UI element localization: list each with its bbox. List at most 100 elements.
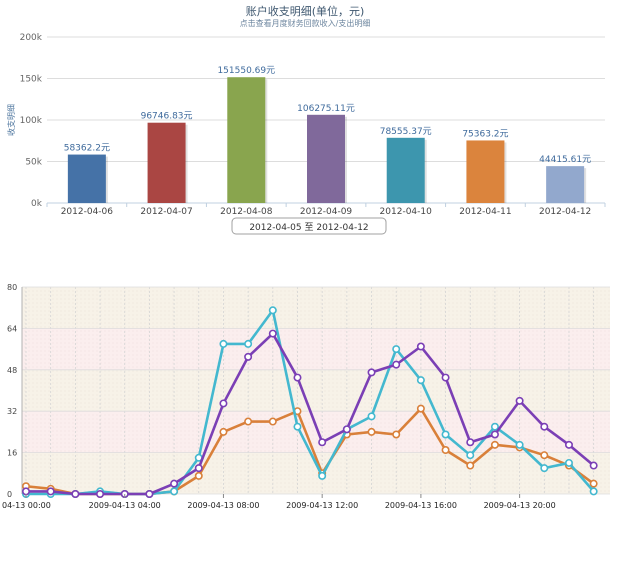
series-point bbox=[490, 430, 499, 439]
series-point bbox=[540, 451, 549, 460]
series-point bbox=[268, 417, 277, 426]
y-tick-label: 64 bbox=[7, 324, 17, 333]
x-tick-label: 2009-04-13 08:00 bbox=[187, 501, 259, 510]
series-point bbox=[170, 479, 179, 488]
bar bbox=[147, 122, 186, 203]
series-point bbox=[564, 458, 573, 467]
series-point bbox=[515, 440, 524, 449]
series-point bbox=[564, 440, 573, 449]
x-tick-label: 04-13 00:00 bbox=[2, 501, 51, 510]
series-point bbox=[540, 464, 549, 473]
series-point bbox=[170, 487, 179, 496]
series-point bbox=[244, 352, 253, 361]
series-point bbox=[71, 490, 80, 499]
bar bbox=[386, 137, 425, 203]
series-point bbox=[244, 339, 253, 348]
series-point bbox=[96, 490, 105, 499]
series-point bbox=[367, 368, 376, 377]
series-point bbox=[367, 427, 376, 436]
series-point bbox=[392, 430, 401, 439]
series-point bbox=[515, 396, 524, 405]
data-label: 75363.2元 bbox=[462, 129, 508, 139]
series-point bbox=[416, 404, 425, 413]
y-tick-label: 150k bbox=[20, 75, 43, 85]
bar bbox=[227, 77, 266, 203]
series-point bbox=[589, 487, 598, 496]
series-point bbox=[441, 446, 450, 455]
y-axis-label: 收支明细 bbox=[6, 104, 16, 136]
series-point bbox=[466, 461, 475, 470]
y-tick-label: 16 bbox=[7, 449, 17, 458]
y-tick-label: 80 bbox=[7, 283, 17, 292]
x-tick-label: 2012-04-10 bbox=[380, 207, 433, 217]
x-axis-ticks: 2012-04-06 2012-04-07 2012-04-08 2012-04-09… bbox=[46, 203, 606, 217]
series-point bbox=[318, 471, 327, 480]
y-tick-label: 200k bbox=[20, 33, 43, 43]
bar bbox=[546, 166, 585, 203]
data-label: 44415.61元 bbox=[539, 155, 591, 165]
series-point bbox=[145, 490, 154, 499]
y-axis-ticks: 0 16 32 48 64 80 bbox=[7, 283, 17, 499]
x-axis-ticks: 04-13 00:00 2009-04-13 04:00 2009-04-13 08… bbox=[2, 494, 556, 510]
x-tick-label: 2012-04-06 bbox=[61, 207, 114, 217]
series-point bbox=[490, 422, 499, 431]
series-point bbox=[219, 399, 228, 408]
series-point bbox=[342, 425, 351, 434]
series-point bbox=[441, 373, 450, 382]
line-chart: 0 16 32 48 64 80 04-13 00:00 2009-04-13 04:00 2… bbox=[2, 283, 610, 510]
series-point bbox=[441, 430, 450, 439]
y-tick-label: 0 bbox=[7, 490, 12, 499]
x-tick-label: 2012-04-11 bbox=[459, 207, 511, 217]
data-label: 151550.69元 bbox=[217, 66, 275, 76]
band bbox=[22, 287, 610, 329]
bar bbox=[466, 140, 505, 203]
data-label: 78555.37元 bbox=[380, 127, 432, 137]
series-point bbox=[416, 376, 425, 385]
bar bbox=[307, 114, 345, 203]
x-tick-label: 2009-04-13 16:00 bbox=[385, 501, 457, 510]
series-point bbox=[293, 422, 302, 431]
data-label: 106275.11元 bbox=[297, 104, 355, 114]
x-tick-label: 2009-04-13 20:00 bbox=[484, 501, 556, 510]
bars bbox=[67, 77, 587, 203]
bar-chart: 账户收支明细(单位，元) 点击查看月度财务回款收入/支出明细 收支明细 0k 50… bbox=[6, 4, 606, 235]
series-point bbox=[293, 373, 302, 382]
series-point bbox=[21, 487, 30, 496]
y-tick-label: 32 bbox=[7, 407, 17, 416]
y-tick-label: 50k bbox=[25, 158, 42, 168]
series-point bbox=[194, 471, 203, 480]
x-tick-label: 2009-04-13 12:00 bbox=[286, 501, 358, 510]
bar bbox=[67, 154, 106, 203]
y-tick-label: 0k bbox=[31, 199, 43, 209]
x-tick-label: 2012-04-12 bbox=[539, 207, 591, 217]
x-tick-label: 2012-04-09 bbox=[300, 207, 353, 217]
series-point bbox=[466, 438, 475, 447]
y-tick-label: 48 bbox=[7, 366, 17, 375]
series-point bbox=[589, 479, 598, 488]
series-point bbox=[466, 451, 475, 460]
series-point bbox=[46, 487, 55, 496]
series-point bbox=[268, 329, 277, 338]
series-point bbox=[367, 412, 376, 421]
series-point bbox=[416, 342, 425, 351]
series-point bbox=[268, 306, 277, 315]
series-point bbox=[219, 339, 228, 348]
x-tick-label: 2009-04-13 04:00 bbox=[89, 501, 161, 510]
y-axis-ticks: 0k 50k 100k 150k 200k bbox=[20, 33, 43, 209]
series-point bbox=[244, 417, 253, 426]
series-point bbox=[392, 360, 401, 369]
date-range-button[interactable]: 2012-04-05 至 2012-04-12 bbox=[231, 217, 387, 235]
y-tick-label: 100k bbox=[20, 116, 43, 126]
x-tick-label: 2012-04-08 bbox=[220, 207, 273, 217]
data-label: 58362.2元 bbox=[64, 144, 110, 154]
series-point bbox=[540, 422, 549, 431]
series-point bbox=[318, 438, 327, 447]
series-point bbox=[589, 461, 598, 470]
chart-subtitle: 点击查看月度财务回款收入/支出明细 bbox=[240, 18, 371, 28]
series-point bbox=[490, 440, 499, 449]
series-point bbox=[219, 427, 228, 436]
x-tick-label: 2012-04-07 bbox=[140, 207, 192, 217]
series-point bbox=[392, 345, 401, 354]
date-range-label: 2012-04-05 至 2012-04-12 bbox=[249, 222, 368, 233]
data-label: 96746.83元 bbox=[141, 112, 193, 122]
